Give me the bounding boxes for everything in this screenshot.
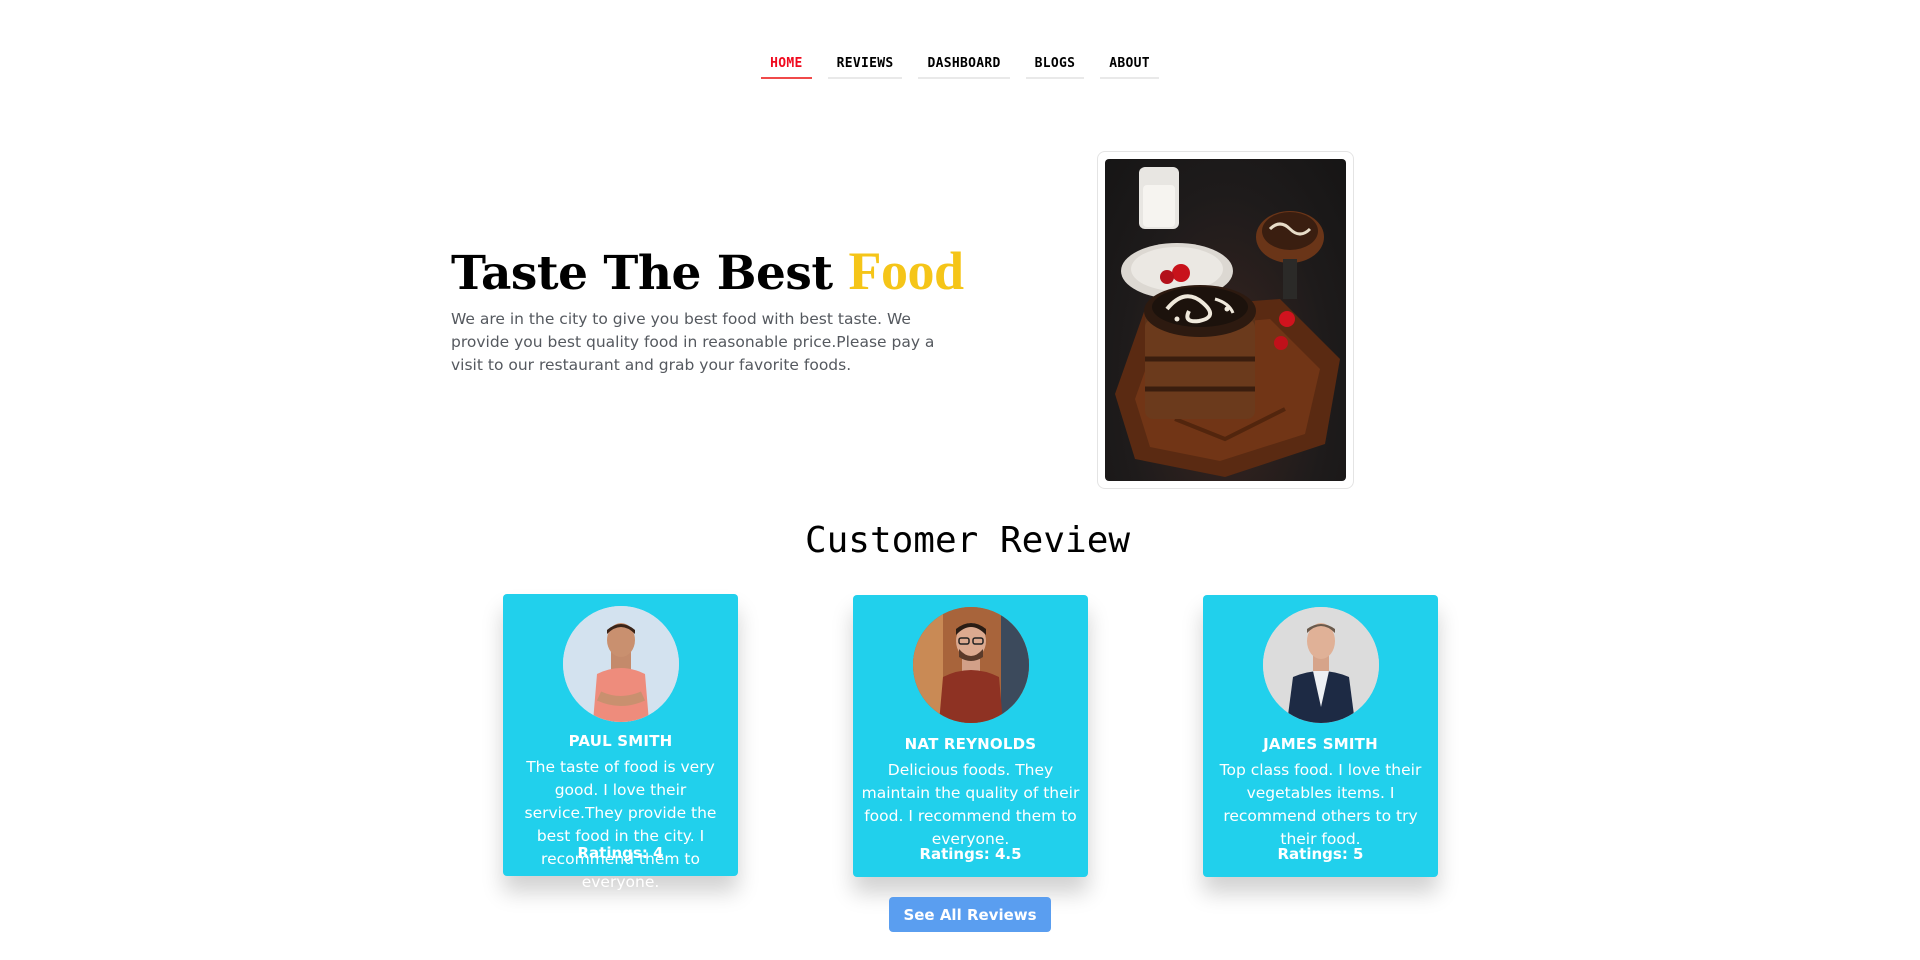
main-nav: HOME REVIEWS DASHBOARD BLOGS ABOUT	[0, 52, 1920, 79]
review-card: JAMES SMITH Top class food. I love their…	[1203, 595, 1438, 877]
dessert-illustration	[1115, 167, 1340, 477]
review-text: Top class food. I love their vegetables …	[1219, 761, 1422, 848]
see-all-reviews-button[interactable]: See All Reviews	[889, 897, 1051, 932]
hero-title: Taste The Best Food	[451, 240, 964, 302]
review-rating: Ratings: 4	[577, 844, 664, 862]
review-text: The taste of food is very good. I love t…	[524, 758, 717, 891]
avatar	[1262, 607, 1379, 723]
review-rating: Ratings: 4.5	[919, 845, 1022, 863]
reviewer-name: NAT REYNOLDS	[904, 735, 1037, 753]
person-icon	[1262, 607, 1379, 723]
hero-image-frame	[1097, 151, 1354, 489]
nav-dashboard[interactable]: DASHBOARD	[918, 52, 1010, 79]
customer-review-title: Customer Review	[804, 520, 1131, 561]
hero-title-main: Taste The Best	[451, 246, 849, 301]
person-icon	[912, 607, 1029, 723]
avatar	[912, 607, 1029, 723]
avatar	[562, 606, 679, 722]
review-card: PAUL SMITH The taste of food is very goo…	[503, 594, 738, 891]
person-icon	[562, 606, 679, 722]
reviewer-name: JAMES SMITH	[1263, 735, 1378, 753]
nav-about[interactable]: ABOUT	[1100, 52, 1159, 79]
nav-blogs[interactable]: BLOGS	[1025, 52, 1085, 79]
hero-title-accent: Food	[848, 241, 964, 301]
review-rating: Ratings: 5	[1277, 845, 1364, 863]
hero-description: We are in the city to give you best food…	[451, 310, 935, 374]
review-text: Delicious foods. They maintain the quali…	[861, 761, 1080, 848]
hero-food-image	[1105, 159, 1346, 481]
nav-home[interactable]: HOME	[761, 52, 812, 79]
review-card: NAT REYNOLDS Delicious foods. They maint…	[853, 595, 1088, 877]
nav-reviews[interactable]: REVIEWS	[827, 52, 903, 79]
reviewer-name: PAUL SMITH	[568, 732, 673, 750]
